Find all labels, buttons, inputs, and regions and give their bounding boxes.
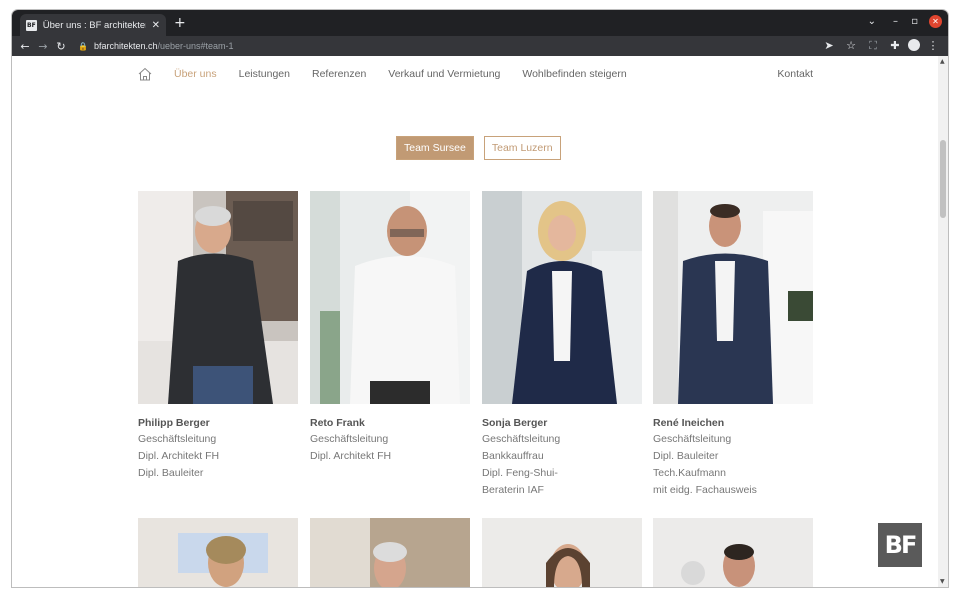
bookmark-star-icon[interactable]: ☆ — [842, 39, 860, 53]
scroll-down-arrow-icon[interactable]: ▼ — [940, 578, 945, 585]
reload-icon[interactable]: ↻ — [52, 40, 70, 53]
portrait-photo — [310, 518, 470, 587]
team-tabs: Team Sursee Team Luzern — [396, 136, 561, 160]
nav-item-leistungen[interactable]: Leistungen — [239, 68, 290, 80]
maximize-icon[interactable]: ▫ — [911, 16, 918, 27]
scrollbar[interactable]: ▲ ▼ — [938, 56, 948, 587]
menu-dots-icon[interactable]: ⋮ — [924, 39, 942, 53]
nav-item-ueber-uns[interactable]: Über uns — [174, 68, 217, 80]
browser-toolbar: ← → ↻ 🔒 bfarchitekten.ch /ueber-uns#team… — [12, 36, 948, 56]
person-name: Sonja Berger — [482, 417, 548, 429]
scrollbar-thumb[interactable] — [940, 140, 946, 218]
person-name: René Ineichen — [653, 417, 725, 429]
screenshot-icon[interactable]: ⛶ — [864, 39, 882, 53]
url-path: /ueber-uns#team-1 — [157, 41, 234, 51]
scroll-up-arrow-icon[interactable]: ▲ — [940, 58, 945, 65]
browser-window: BF Über uns : BF architekten ✕ + ⌄ – ▫ ✕… — [12, 10, 948, 587]
tab-team-sursee[interactable]: Team Sursee — [396, 136, 474, 160]
forward-icon[interactable]: → — [34, 40, 52, 53]
portrait-photo — [310, 191, 470, 404]
person-role: Dipl. Architekt FH — [310, 450, 392, 462]
portrait-photo — [138, 518, 298, 587]
page-content: Über uns Leistungen Referenzen Verkauf u… — [12, 56, 938, 587]
person-role: Geschäftsleitung — [138, 433, 217, 445]
window-close-icon[interactable]: ✕ — [929, 15, 942, 28]
chevron-down-icon[interactable]: ⌄ — [868, 16, 876, 27]
person-role: Dipl. Architekt FH — [138, 450, 220, 462]
send-icon[interactable]: ➤ — [820, 39, 838, 53]
team-card: Philipp Berger Geschäftsleitung Dipl. Ar… — [138, 191, 298, 480]
tab-team-luzern[interactable]: Team Luzern — [483, 136, 561, 160]
home-icon[interactable] — [138, 67, 152, 81]
person-role: Dipl. Feng-Shui- — [482, 467, 558, 479]
close-icon[interactable]: ✕ — [152, 20, 160, 31]
person-role: Beraterin IAF — [482, 484, 544, 496]
favicon-icon: BF — [26, 19, 37, 31]
tab-strip: BF Über uns : BF architekten ✕ + ⌄ – ▫ ✕ — [12, 10, 948, 36]
person-name: Philipp Berger — [138, 417, 210, 429]
url-domain: bfarchitekten.ch — [93, 41, 158, 51]
person-role: Geschäftsleitung — [653, 433, 732, 445]
lock-icon: 🔒 — [78, 41, 88, 51]
profile-avatar-icon[interactable] — [908, 39, 920, 51]
person-role: Dipl. Bauleiter — [653, 450, 719, 462]
nav-item-wohlbefinden[interactable]: Wohlbefinden steigern — [522, 68, 626, 80]
minimize-icon[interactable]: – — [893, 16, 898, 27]
nav-item-kontakt[interactable]: Kontakt — [777, 68, 813, 80]
team-card: René Ineichen Geschäftsleitung Dipl. Bau… — [653, 191, 813, 497]
person-role: Geschäftsleitung — [482, 433, 561, 445]
person-role: mit eidg. Fachausweis — [653, 484, 757, 496]
back-icon[interactable]: ← — [16, 40, 34, 53]
nav-item-verkauf[interactable]: Verkauf und Vermietung — [388, 68, 500, 80]
person-name: Reto Frank — [310, 417, 365, 429]
person-role: Dipl. Bauleiter — [138, 467, 204, 479]
nav-item-referenzen[interactable]: Referenzen — [312, 68, 366, 80]
tab-title: Über uns : BF architekten — [42, 19, 146, 31]
new-tab-icon[interactable]: + — [174, 15, 186, 31]
team-card: Sonja Berger Geschäftsleitung Bankkauffr… — [482, 191, 642, 497]
portrait-photo — [482, 191, 642, 404]
main-nav: Über uns Leistungen Referenzen Verkauf u… — [138, 66, 813, 82]
tab-active[interactable]: BF Über uns : BF architekten ✕ — [20, 14, 166, 36]
address-bar[interactable]: 🔒 bfarchitekten.ch /ueber-uns#team-1 — [78, 41, 234, 51]
portrait-photo — [482, 518, 642, 587]
person-role: Tech.Kaufmann — [653, 467, 726, 479]
bf-logo[interactable]: BF — [878, 523, 922, 567]
person-role: Geschäftsleitung — [310, 433, 389, 445]
team-card: Reto Frank Geschäftsleitung Dipl. Archit… — [310, 191, 470, 463]
extensions-icon[interactable]: ✚ — [886, 39, 904, 53]
portrait-photo — [138, 191, 298, 404]
portrait-photo — [653, 518, 813, 587]
person-role: Bankkauffrau — [482, 450, 544, 462]
portrait-photo — [653, 191, 813, 404]
